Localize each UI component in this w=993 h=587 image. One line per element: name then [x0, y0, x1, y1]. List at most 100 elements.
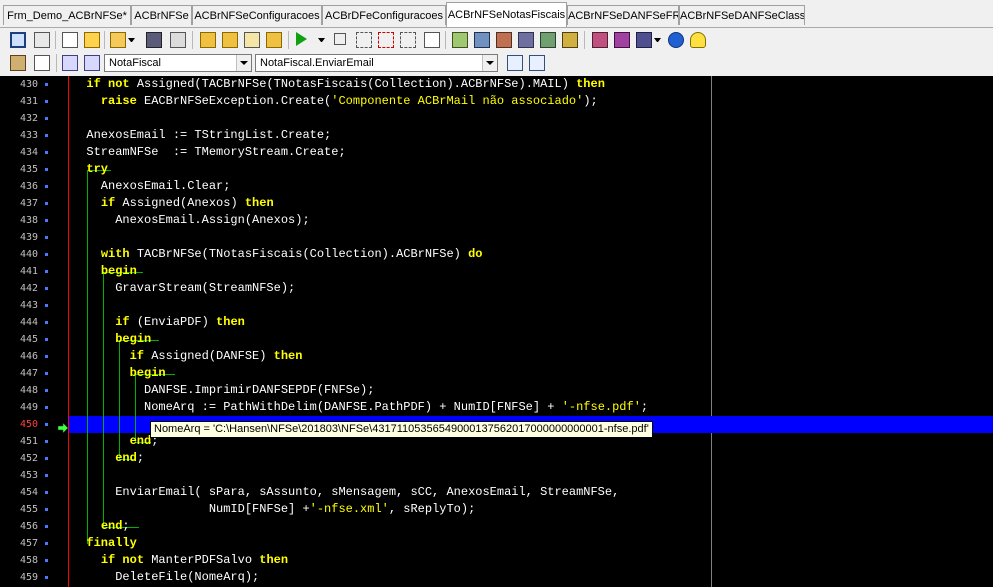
code-line[interactable]: 433 AnexosEmail := TStringList.Create;	[0, 127, 993, 144]
breakpoint-marker[interactable]	[45, 117, 48, 120]
code-line[interactable]: 458 if not ManterPDFSalvo then	[0, 552, 993, 569]
breakpoint-marker[interactable]	[45, 440, 48, 443]
tab-frm-demo[interactable]: Frm_Demo_ACBrNFSe*	[3, 5, 131, 25]
run-to-cursor-icon[interactable]	[424, 32, 440, 48]
run-dropdown-icon[interactable]	[318, 38, 325, 42]
breakpoint-marker[interactable]	[45, 270, 48, 273]
breakpoint-marker[interactable]	[45, 406, 48, 409]
run-icon[interactable]	[296, 32, 307, 46]
code-line[interactable]: 457 finally	[0, 535, 993, 552]
code-line[interactable]: 456 end;	[0, 518, 993, 535]
code-line[interactable]: 452 end;	[0, 450, 993, 467]
tab-acbrnfsedanfseclass[interactable]: ACBrNFSeDANFSeClass	[679, 5, 805, 25]
code-line[interactable]: 430 if not Assigned(TACBrNFSe(TNotasFisc…	[0, 76, 993, 93]
code-line[interactable]: 431 raise EACBrNFSeException.Create('Com…	[0, 93, 993, 110]
open-project-icon[interactable]	[110, 32, 126, 48]
code-line[interactable]: 447 begin	[0, 365, 993, 382]
breakpoint-marker[interactable]	[45, 151, 48, 154]
tab-acbrnfsenotasfiscais[interactable]: ACBrNFSeNotasFiscais	[446, 2, 567, 27]
breakpoint-marker[interactable]	[45, 389, 48, 392]
breakpoint-marker[interactable]	[45, 236, 48, 239]
tab-acbrnfsedanfsefr[interactable]: ACBrNFSeDANFSeFR	[567, 5, 679, 25]
dropdown-arrow-icon[interactable]	[128, 38, 135, 42]
breakpoint-marker[interactable]	[45, 457, 48, 460]
tip-lightbulb-icon[interactable]	[690, 32, 706, 48]
code-line[interactable]: 454 EnviarEmail( sPara, sAssunto, sMensa…	[0, 484, 993, 501]
code-line[interactable]: 439	[0, 229, 993, 246]
breakpoint-marker[interactable]	[45, 576, 48, 579]
code-line[interactable]: 448 DANFSE.ImprimirDANFSEPDF(FNFSe);	[0, 382, 993, 399]
print-icon[interactable]	[170, 32, 186, 48]
code-line[interactable]: 432	[0, 110, 993, 127]
method-combo[interactable]: NotaFiscal.EnviarEmail	[255, 54, 498, 72]
package-icon[interactable]	[518, 32, 534, 48]
step-over-icon[interactable]	[356, 32, 372, 48]
remove-file-icon[interactable]	[266, 32, 282, 48]
breakpoint-marker[interactable]	[45, 491, 48, 494]
breakpoint-marker[interactable]	[45, 508, 48, 511]
build-icon[interactable]	[614, 32, 630, 48]
options-dropdown-icon[interactable]	[654, 38, 661, 42]
view-unit-icon[interactable]	[62, 32, 78, 48]
toggle-form-unit-icon[interactable]	[10, 32, 26, 48]
code-line[interactable]: 438 AnexosEmail.Assign(Anexos);	[0, 212, 993, 229]
code-line[interactable]: 442 GravarStream(StreamNFSe);	[0, 280, 993, 297]
new-item-icon[interactable]	[84, 32, 100, 48]
edit-icon[interactable]	[496, 32, 512, 48]
breakpoint-marker[interactable]	[45, 474, 48, 477]
component-icon[interactable]	[10, 55, 26, 71]
breakpoint-marker[interactable]	[45, 338, 48, 341]
breakpoint-marker[interactable]	[45, 185, 48, 188]
code-line[interactable]: 444 if (EnviaPDF) then	[0, 314, 993, 331]
toggle-list-icon[interactable]	[529, 55, 545, 71]
tools-icon[interactable]	[540, 32, 556, 48]
code-line[interactable]: 436 AnexosEmail.Clear;	[0, 178, 993, 195]
interface-icon[interactable]	[62, 55, 78, 71]
code-line[interactable]: 459 DeleteFile(NomeArq);	[0, 569, 993, 586]
code-line[interactable]: 453	[0, 467, 993, 484]
breakpoint-marker[interactable]	[45, 304, 48, 307]
breakpoint-marker[interactable]	[45, 525, 48, 528]
chevron-down-icon[interactable]	[236, 55, 251, 71]
breakpoint-marker[interactable]	[45, 253, 48, 256]
help-icon[interactable]	[668, 32, 684, 48]
breakpoint-marker[interactable]	[45, 423, 48, 426]
pause-icon[interactable]	[334, 33, 346, 45]
code-line[interactable]: 445 begin	[0, 331, 993, 348]
code-line[interactable]: 435 try	[0, 161, 993, 178]
database-icon[interactable]	[474, 32, 490, 48]
save-file-icon[interactable]	[34, 32, 50, 48]
find-icon[interactable]	[562, 32, 578, 48]
code-line[interactable]: 443	[0, 297, 993, 314]
code-line[interactable]: 440 with TACBrNFSe(TNotasFiscais(Collect…	[0, 246, 993, 263]
trace-to-next-icon[interactable]	[400, 32, 416, 48]
code-line[interactable]: 455 NumID[FNFSe] +'-nfse.xml', sReplyTo)…	[0, 501, 993, 518]
breakpoint-marker[interactable]	[45, 219, 48, 222]
code-line[interactable]: 446 if Assigned(DANFSE) then	[0, 348, 993, 365]
code-line[interactable]: 441 begin	[0, 263, 993, 280]
implementation-icon[interactable]	[84, 55, 100, 71]
code-line[interactable]: 449 NomeArq := PathWithDelim(DANFSE.Path…	[0, 399, 993, 416]
breakpoint-marker[interactable]	[45, 100, 48, 103]
checklist-icon[interactable]	[244, 32, 260, 48]
save-all-icon[interactable]	[146, 32, 162, 48]
tab-acbrnfse[interactable]: ACBrNFSe	[131, 5, 192, 25]
breakpoint-marker[interactable]	[45, 287, 48, 290]
code-line[interactable]: 437 if Assigned(Anexos) then	[0, 195, 993, 212]
breakpoint-marker[interactable]	[45, 321, 48, 324]
open-folder-icon[interactable]	[200, 32, 216, 48]
breakpoint-marker[interactable]	[45, 559, 48, 562]
options-icon[interactable]	[636, 32, 652, 48]
toggle-view-icon[interactable]	[507, 55, 523, 71]
class-combo[interactable]: NotaFiscal	[104, 54, 252, 72]
code-editor[interactable]: 430 if not Assigned(TACBrNFSe(TNotasFisc…	[0, 76, 993, 587]
breakpoint-marker[interactable]	[45, 134, 48, 137]
breakpoint-marker[interactable]	[45, 372, 48, 375]
breakpoint-marker[interactable]	[45, 202, 48, 205]
component-palette-icon[interactable]	[452, 32, 468, 48]
tab-acbrdfeconfiguracoes[interactable]: ACBrDFeConfiguracoes	[322, 5, 446, 25]
trace-into-icon[interactable]	[378, 32, 394, 48]
form-view-icon[interactable]	[34, 55, 50, 71]
tab-acbrnfseconfiguracoes[interactable]: ACBrNFSeConfiguracoes	[192, 5, 322, 25]
compile-icon[interactable]	[592, 32, 608, 48]
